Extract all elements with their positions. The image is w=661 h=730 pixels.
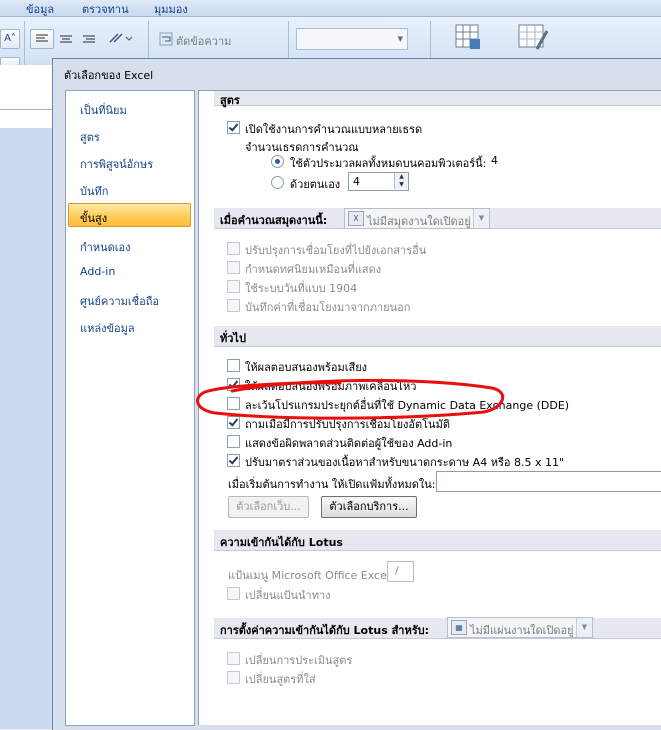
section-lotus-settings-title: การตั้งค่าความเข้ากันได้กับ Lotus สำหรับ… — [220, 624, 430, 637]
manual-threads-value: 4 — [353, 175, 360, 188]
transition-nav-keys-checkbox[interactable] — [227, 587, 240, 600]
startup-folder-label: เมื่อเริ่มต้นการทำงาน ให้เปิดแฟ้มทั้งหมด… — [228, 478, 436, 491]
web-options-button[interactable]: ตัวเลือกเว็บ... — [228, 496, 309, 518]
date-1904-checkbox[interactable] — [227, 280, 240, 293]
transition-formula-eval-label: เปลี่ยนการประเมินสูตร — [245, 654, 353, 667]
number-format-combo[interactable]: ▼ — [296, 28, 408, 50]
multithread-label: เปิดใช้งานการคำนวณแบบหลายเธรด — [245, 123, 423, 136]
ribbon-tab-data[interactable]: ข้อมูล — [26, 0, 54, 18]
ribbon-tab-review[interactable]: ตรวจทาน — [82, 0, 129, 18]
manual-threads-spinner[interactable]: 4 ▲ ▼ — [348, 172, 409, 191]
use-all-processors-radio[interactable] — [271, 155, 284, 168]
spin-down-icon[interactable]: ▼ — [394, 181, 408, 189]
excel-workbook-icon: X — [348, 211, 364, 226]
ribbon-tab-bar: ข้อมูล ตรวจทาน มุมมอง — [0, 0, 661, 17]
update-links-checkbox[interactable] — [227, 242, 240, 255]
transition-formula-entry-checkbox[interactable] — [227, 671, 240, 684]
nav-item-formulas[interactable]: สูตร — [80, 128, 100, 146]
workbook-select[interactable]: X ไม่มีสมุดงานใดเปิดอยู่ ▼ — [344, 208, 490, 229]
section-general: ทั่วไป — [214, 326, 661, 347]
nav-item-popular[interactable]: เป็นที่นิยม — [80, 101, 127, 119]
multithread-checkbox[interactable] — [227, 121, 240, 134]
nav-item-trust-center[interactable]: ศูนย์ความเชื่อถือ — [80, 292, 159, 310]
dialog-title: ตัวเลือกของ Excel — [64, 69, 154, 82]
manual-threads-label: ด้วยตนเอง — [290, 178, 341, 191]
addin-ui-errors-label: แสดงข้อผิดพลาดส่วนติดต่อผู้ใช้ของ Add-in — [245, 437, 453, 450]
section-formulas: สูตร — [214, 91, 661, 107]
use-all-processors-label: ใช้ตัวประมวลผลทั้งหมดบนคอมพิวเตอร์นี้: — [290, 157, 487, 170]
ignore-dde-label: ละเว้นโปรแกรมประยุกต์อื่นที่ใช้ Dynamic … — [245, 399, 570, 412]
align-left-icon[interactable] — [30, 29, 54, 49]
align-center-icon[interactable] — [55, 31, 77, 49]
wrap-text-icon[interactable] — [158, 31, 174, 47]
sound-feedback-checkbox[interactable] — [227, 359, 240, 372]
spin-up-icon[interactable]: ▲ — [394, 173, 408, 181]
chevron-down-icon: ▼ — [576, 618, 592, 637]
chevron-down-icon: ▼ — [397, 35, 403, 43]
options-nav-panel: เป็นที่นิยม สูตร การพิสูจน์อักษร บันทึก … — [65, 90, 195, 726]
transition-nav-keys-label: เปลี่ยนแป้นนำทาง — [245, 589, 331, 602]
save-external-links-checkbox[interactable] — [227, 299, 240, 312]
scale-paper-label: ปรับมาตราส่วนของเนื้อหาสำหรับขนาดกระดาษ … — [245, 456, 565, 469]
menu-key-input[interactable]: / — [387, 561, 414, 582]
format-table-icon[interactable] — [515, 23, 551, 55]
section-formulas-title: สูตร — [220, 94, 240, 107]
section-lotus: ความเข้ากันได้กับ Lotus — [214, 530, 661, 551]
indent-icon[interactable] — [30, 57, 52, 65]
chevron-down-icon: ▼ — [473, 209, 489, 228]
menu-key-label: แป้นเมนู Microsoft Office Excel: — [228, 569, 394, 582]
section-lotus-settings: การตั้งค่าความเข้ากันได้กับ Lotus สำหรับ… — [214, 618, 661, 639]
sheet-select-value: ไม่มีแผ่นงานใดเปิดอยู่ — [470, 624, 574, 637]
precision-as-displayed-checkbox[interactable] — [227, 261, 240, 274]
startup-folder-input[interactable] — [436, 471, 661, 492]
orientation-icon[interactable] — [104, 29, 134, 47]
ignore-dde-checkbox[interactable] — [227, 397, 240, 410]
date-1904-label: ใช้ระบบวันที่แบบ 1904 — [245, 282, 358, 295]
precision-as-displayed-label: กำหนดทศนิยมเหมือนที่แสดง — [245, 263, 382, 276]
menu-key-value: / — [395, 564, 399, 577]
manual-threads-radio[interactable] — [271, 176, 284, 189]
align-right-icon[interactable] — [78, 31, 100, 49]
section-lotus-title: ความเข้ากันได้กับ Lotus — [220, 536, 343, 549]
nav-item-customize[interactable]: กำหนดเอง — [80, 238, 131, 256]
save-external-links-label: บันทึกค่าที่เชื่อมโยงมาจากภายนอก — [245, 301, 411, 314]
sheet-select[interactable]: ▦ ไม่มีแผ่นงานใดเปิดอยู่ ▼ — [447, 617, 593, 638]
processor-count-value: 4 — [491, 154, 498, 167]
update-links-label: ปรับปรุงการเชื่อมโยงที่ไปยังเอกสารอื่น — [245, 244, 427, 257]
conditional-format-icon[interactable] — [450, 23, 486, 55]
animation-feedback-checkbox[interactable] — [227, 378, 240, 391]
animation-feedback-label: ให้ผลตอบสนองพร้อมภาพเคลื่อนไหว — [245, 380, 417, 393]
nav-item-save[interactable]: บันทึก — [80, 182, 108, 200]
service-options-button[interactable]: ตัวเลือกบริการ... — [321, 496, 417, 518]
section-workbook-calc-title: เมื่อคำนวณสมุดงานนี้: — [220, 214, 328, 227]
nav-item-advanced[interactable]: ขั้นสูง — [80, 209, 107, 227]
sound-feedback-label: ให้ผลตอบสนองพร้อมเสียง — [245, 361, 368, 374]
scale-paper-checkbox[interactable] — [227, 454, 240, 467]
wrap-text-label[interactable]: ตัดข้อความ — [176, 32, 231, 50]
worksheet-icon: ▦ — [451, 620, 467, 635]
worksheet-background — [0, 128, 52, 729]
section-general-title: ทั่วไป — [220, 332, 246, 345]
addin-ui-errors-checkbox[interactable] — [227, 435, 240, 448]
ask-update-links-checkbox[interactable] — [227, 416, 240, 429]
nav-item-proofing[interactable]: การพิสูจน์อักษร — [80, 155, 153, 173]
transition-formula-entry-label: เปลี่ยนสูตรที่ใส่ — [245, 673, 316, 686]
ribbon-tab-view[interactable]: มุมมอง — [154, 0, 188, 18]
workbook-select-value: ไม่มีสมุดงานใดเปิดอยู่ — [367, 215, 471, 228]
nav-item-addins[interactable]: Add-in — [80, 265, 115, 278]
transition-formula-eval-checkbox[interactable] — [227, 652, 240, 665]
ask-update-links-label: ถามเมื่อมีการปรับปรุงการเชื่อมโยงอัตโนมั… — [245, 418, 450, 431]
nav-item-resources[interactable]: แหล่งข้อมูล — [80, 319, 135, 337]
font-size-icon[interactable]: A˄ — [0, 29, 20, 49]
